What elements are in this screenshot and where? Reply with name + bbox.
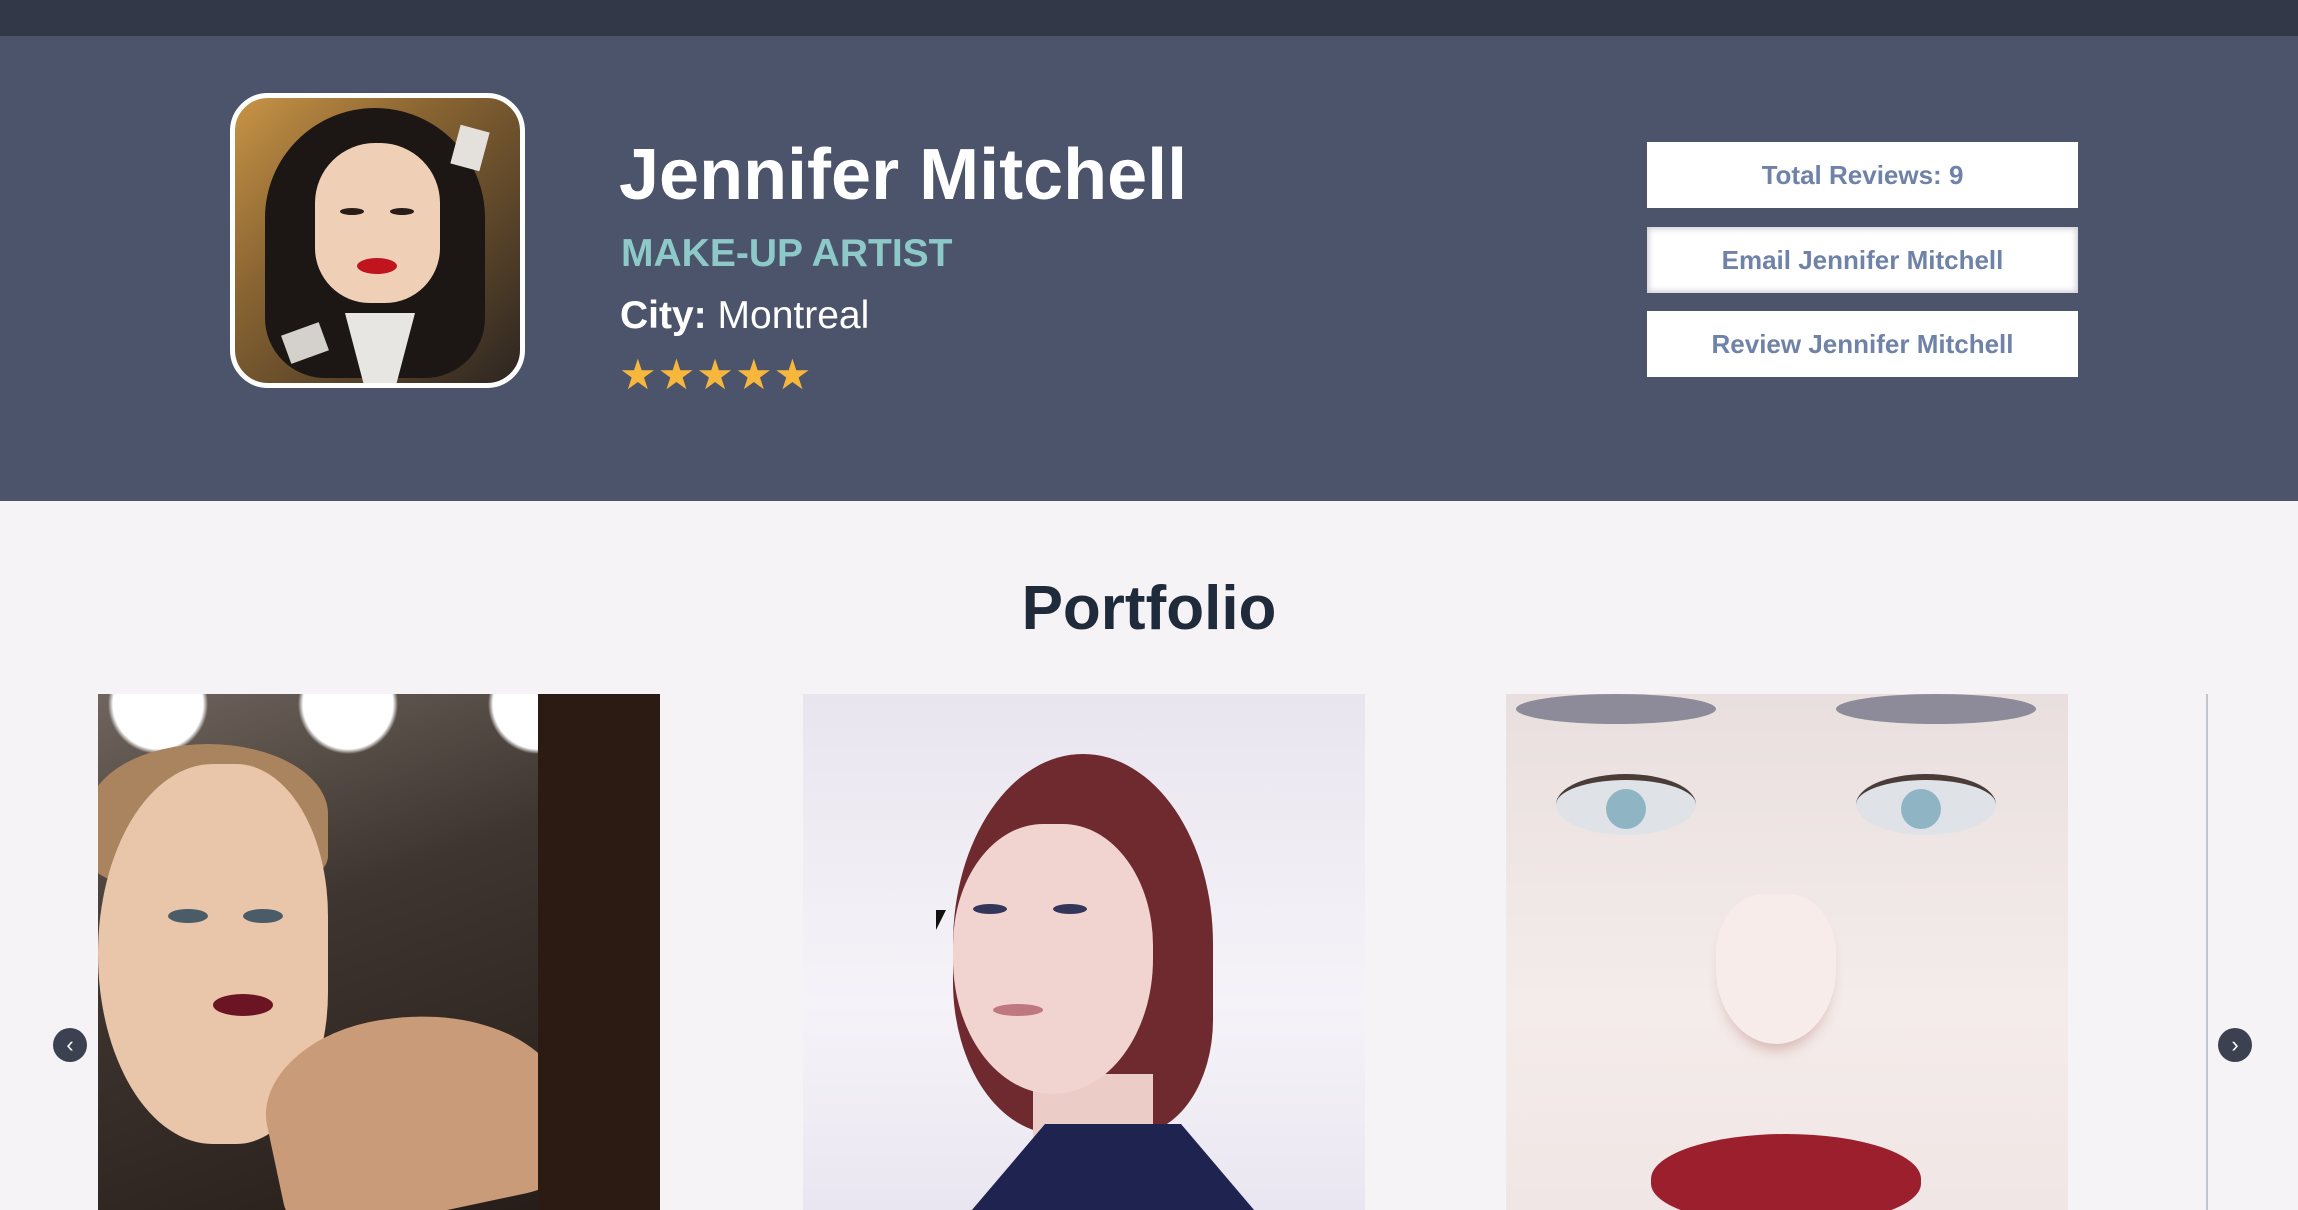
avatar-lips — [357, 258, 397, 274]
city-label: City: — [620, 294, 707, 337]
portfolio-title: Portfolio — [1021, 574, 1277, 643]
model-nose — [1716, 894, 1836, 1044]
chevron-left-icon[interactable]: ‹ — [53, 1028, 87, 1062]
mouse-cursor-icon — [936, 910, 956, 930]
avatar — [230, 93, 525, 388]
artist-hair — [538, 694, 660, 1210]
model-brow — [1836, 694, 2036, 724]
profile-role: MAKE-UP ARTIST — [621, 232, 953, 275]
model-lips — [993, 1004, 1043, 1016]
top-bar — [0, 0, 2298, 36]
model-eye — [168, 909, 208, 923]
model-iris — [1901, 789, 1941, 829]
model-iris — [1606, 789, 1646, 829]
profile-city: City: Montreal — [620, 292, 869, 340]
avatar-face — [315, 143, 440, 303]
model-eye — [1053, 904, 1087, 914]
model-face — [953, 824, 1153, 1094]
model-eye — [243, 909, 283, 923]
chevron-right-icon[interactable]: › — [2218, 1028, 2252, 1062]
next-slide-edge — [2206, 694, 2208, 1210]
portfolio-image-2[interactable] — [803, 694, 1365, 1210]
total-reviews-button[interactable]: Total Reviews: 9 — [1647, 142, 2078, 208]
model-coat — [943, 1124, 1283, 1210]
portfolio-image-1[interactable] — [98, 694, 660, 1210]
avatar-eye — [340, 208, 364, 215]
portfolio-image-3[interactable] — [1506, 694, 2068, 1210]
avatar-hair-clip — [450, 124, 490, 172]
review-button[interactable]: Review Jennifer Mitchell — [1647, 311, 2078, 377]
model-lips — [1651, 1134, 1921, 1210]
email-button[interactable]: Email Jennifer Mitchell — [1647, 227, 2078, 293]
avatar-eye — [390, 208, 414, 215]
model-brow — [1516, 694, 1716, 724]
model-lips — [213, 994, 273, 1016]
star-rating: ★★★★★ — [619, 351, 813, 398]
profile-name: Jennifer Mitchell — [619, 135, 1188, 215]
city-value: Montreal — [717, 294, 870, 337]
model-eye — [973, 904, 1007, 914]
